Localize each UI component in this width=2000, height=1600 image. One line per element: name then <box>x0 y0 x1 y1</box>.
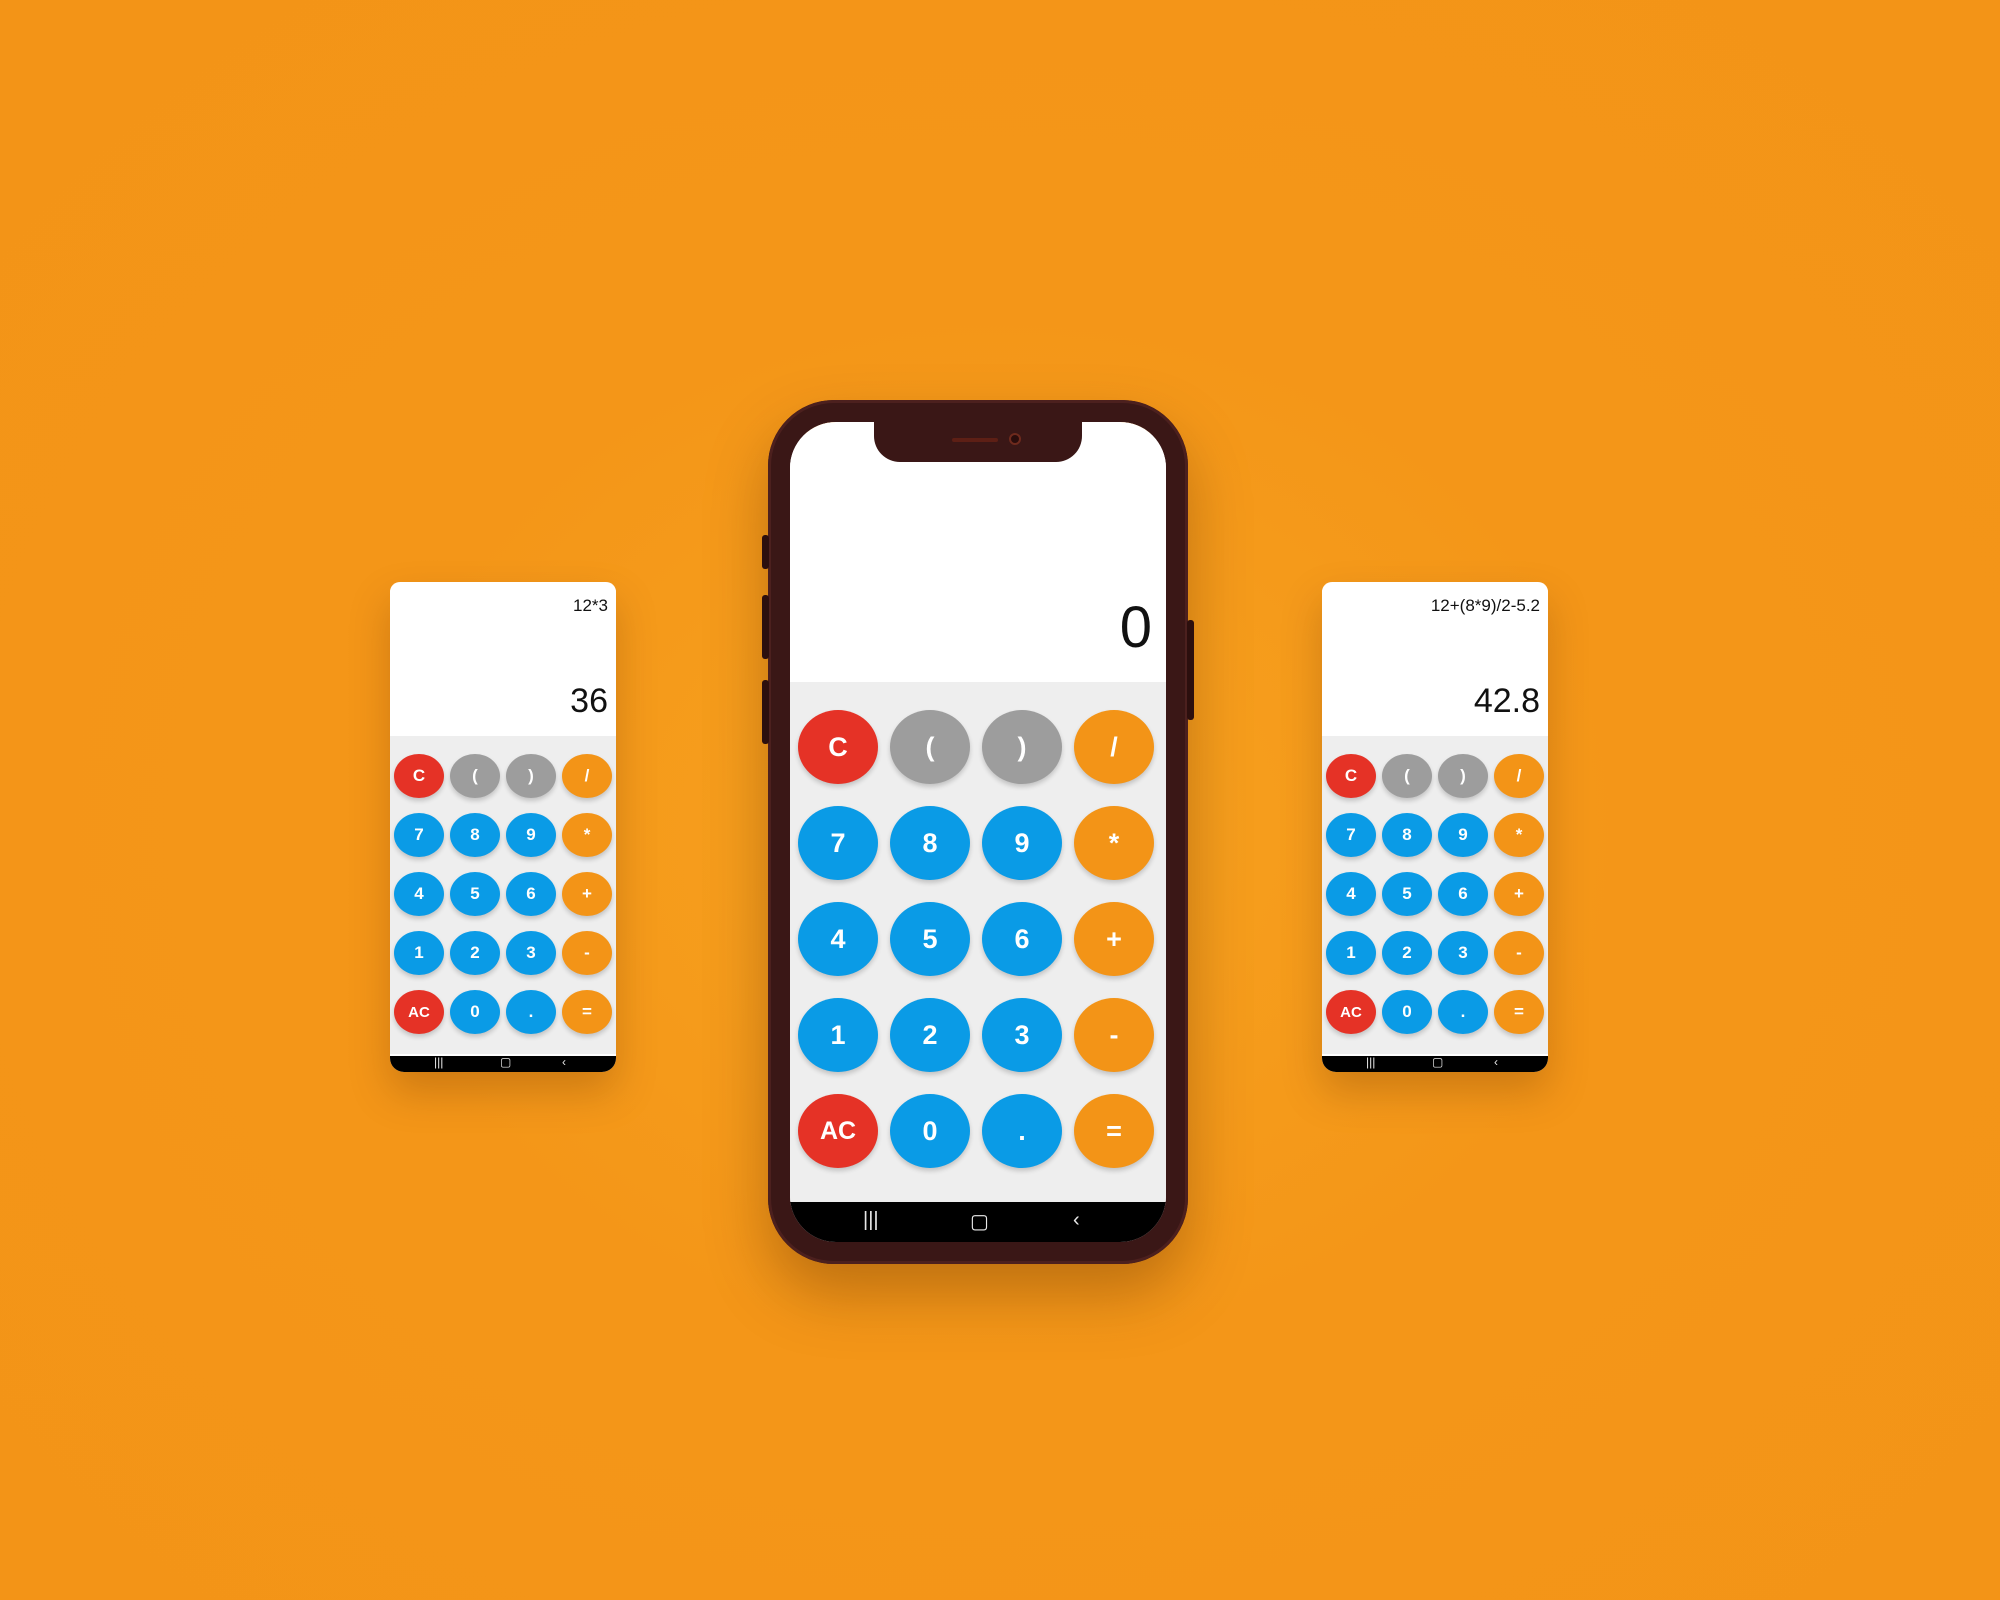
calculator-display: 12+(8*9)/2-5.2 42.8 <box>1322 582 1548 736</box>
key-digit-2-button[interactable]: 2 <box>890 998 970 1072</box>
result-text: 42.8 <box>1473 682 1540 720</box>
key-digit-1-button[interactable]: 1 <box>798 998 878 1072</box>
key-equals-button[interactable]: = <box>1074 1094 1154 1168</box>
key-divide-button[interactable]: / <box>562 754 612 798</box>
key-multiply-button[interactable]: * <box>1494 813 1544 857</box>
key-digit-7-button[interactable]: 7 <box>394 813 444 857</box>
phone-screen: 0 C()/7 8 9 * 4 5 6 +1 2 3- AC 0. = ||| ▢ ‹ <box>790 422 1166 1242</box>
android-nav-bar: ||| ▢ ‹ <box>1322 1055 1548 1072</box>
key-digit-4-button[interactable]: 4 <box>1326 872 1376 916</box>
back-icon[interactable]: ‹ <box>1073 1209 1080 1232</box>
key-digit-3-button[interactable]: 3 <box>1438 931 1488 975</box>
recent-apps-icon[interactable]: ||| <box>1366 1055 1375 1069</box>
key-subtract-button[interactable]: - <box>1494 931 1544 975</box>
bixby-button <box>762 680 769 744</box>
result-text: 36 <box>570 682 608 720</box>
key-add-button[interactable]: + <box>1494 872 1544 916</box>
back-icon[interactable]: ‹ <box>562 1055 566 1069</box>
key-digit-4-button[interactable]: 4 <box>394 872 444 916</box>
background-stage: 12*3 36 C()/7 8 9 * 4 5 6 +1 2 3- AC 0. = ||| ▢ ‹ 12+(… <box>0 0 2000 1600</box>
key-divide-button[interactable]: / <box>1074 710 1154 784</box>
key-multiply-button[interactable]: * <box>562 813 612 857</box>
key-subtract-button[interactable]: - <box>562 931 612 975</box>
left-phone-preview: 12*3 36 C()/ 7 8 9 * 4 5 6 +1 2 3- AC 0. = ||| ▢ ‹ <box>390 582 616 1072</box>
key-digit-7-button[interactable]: 7 <box>798 806 878 880</box>
key-clear-button[interactable]: C <box>798 710 878 784</box>
key-digit-9-button[interactable]: 9 <box>506 813 556 857</box>
home-icon[interactable]: ▢ <box>1432 1055 1443 1069</box>
key-digit-2-button[interactable]: 2 <box>450 931 500 975</box>
result-text: 0 <box>1119 595 1152 660</box>
key-open-paren-button[interactable]: ( <box>1382 754 1432 798</box>
key-equals-button[interactable]: = <box>562 990 612 1034</box>
volume-down-button <box>762 595 769 659</box>
key-digit-6-button[interactable]: 6 <box>982 902 1062 976</box>
key-digit-7-button[interactable]: 7 <box>1326 813 1376 857</box>
key-close-paren-button[interactable]: ) <box>1438 754 1488 798</box>
key-digit-0-button[interactable]: 0 <box>890 1094 970 1168</box>
key-digit-9-button[interactable]: 9 <box>982 806 1062 880</box>
key-digit-4-button[interactable]: 4 <box>798 902 878 976</box>
expression-text: 12*3 <box>573 596 608 615</box>
key-digit-1-button[interactable]: 1 <box>1326 931 1376 975</box>
key-open-paren-button[interactable]: ( <box>450 754 500 798</box>
home-icon[interactable]: ▢ <box>500 1055 511 1069</box>
key-digit-5-button[interactable]: 5 <box>890 902 970 976</box>
right-phone-preview: 12+(8*9)/2-5.2 42.8 C()/ 7 8 9 * 4 5 6 +1 2 3- AC 0.… <box>1322 582 1548 1072</box>
key-add-button[interactable]: + <box>562 872 612 916</box>
android-nav-bar: ||| ▢ ‹ <box>790 1202 1166 1242</box>
key-all-clear-button[interactable]: AC <box>798 1094 878 1168</box>
key-add-button[interactable]: + <box>1074 902 1154 976</box>
key-decimal-button[interactable]: . <box>982 1094 1062 1168</box>
key-digit-8-button[interactable]: 8 <box>450 813 500 857</box>
key-digit-5-button[interactable]: 5 <box>450 872 500 916</box>
key-open-paren-button[interactable]: ( <box>890 710 970 784</box>
key-all-clear-button[interactable]: AC <box>1326 990 1376 1034</box>
key-digit-3-button[interactable]: 3 <box>982 998 1062 1072</box>
key-close-paren-button[interactable]: ) <box>506 754 556 798</box>
keypad: C()/ 7 8 9 * 4 5 6 +1 2 3- AC 0. = <box>1322 736 1548 1054</box>
expression-text: 12+(8*9)/2-5.2 <box>1430 596 1540 615</box>
key-digit-8-button[interactable]: 8 <box>890 806 970 880</box>
key-digit-0-button[interactable]: 0 <box>450 990 500 1034</box>
key-digit-6-button[interactable]: 6 <box>1438 872 1488 916</box>
key-digit-5-button[interactable]: 5 <box>1382 872 1432 916</box>
key-clear-button[interactable]: C <box>394 754 444 798</box>
keypad: C()/ 7 8 9 * 4 5 6 +1 2 3- AC 0. = <box>790 682 1166 1202</box>
keypad: C()/ 7 8 9 * 4 5 6 +1 2 3- AC 0. = <box>390 736 616 1054</box>
key-digit-1-button[interactable]: 1 <box>394 931 444 975</box>
front-camera <box>1009 433 1021 445</box>
android-nav-bar: ||| ▢ ‹ <box>390 1055 616 1072</box>
recent-apps-icon[interactable]: ||| <box>863 1209 879 1232</box>
home-icon[interactable]: ▢ <box>970 1209 989 1234</box>
power-button <box>1187 620 1194 720</box>
key-digit-8-button[interactable]: 8 <box>1382 813 1432 857</box>
volume-up-button <box>762 535 769 569</box>
key-equals-button[interactable]: = <box>1494 990 1544 1034</box>
center-phone: 0 C()/7 8 9 * 4 5 6 +1 2 3- AC 0. = ||| ▢ ‹ <box>762 400 1194 1264</box>
key-clear-button[interactable]: C <box>1326 754 1376 798</box>
key-digit-6-button[interactable]: 6 <box>506 872 556 916</box>
key-digit-2-button[interactable]: 2 <box>1382 931 1432 975</box>
key-digit-0-button[interactable]: 0 <box>1382 990 1432 1034</box>
key-divide-button[interactable]: / <box>1494 754 1544 798</box>
calculator-display: 12*3 36 <box>390 582 616 736</box>
back-icon[interactable]: ‹ <box>1494 1055 1498 1069</box>
recent-apps-icon[interactable]: ||| <box>434 1055 443 1069</box>
key-digit-3-button[interactable]: 3 <box>506 931 556 975</box>
key-close-paren-button[interactable]: ) <box>982 710 1062 784</box>
key-digit-9-button[interactable]: 9 <box>1438 813 1488 857</box>
phone-notch <box>874 422 1082 462</box>
key-decimal-button[interactable]: . <box>506 990 556 1034</box>
key-decimal-button[interactable]: . <box>1438 990 1488 1034</box>
key-multiply-button[interactable]: * <box>1074 806 1154 880</box>
key-all-clear-button[interactable]: AC <box>394 990 444 1034</box>
earpiece-speaker <box>952 438 998 442</box>
key-subtract-button[interactable]: - <box>1074 998 1154 1072</box>
